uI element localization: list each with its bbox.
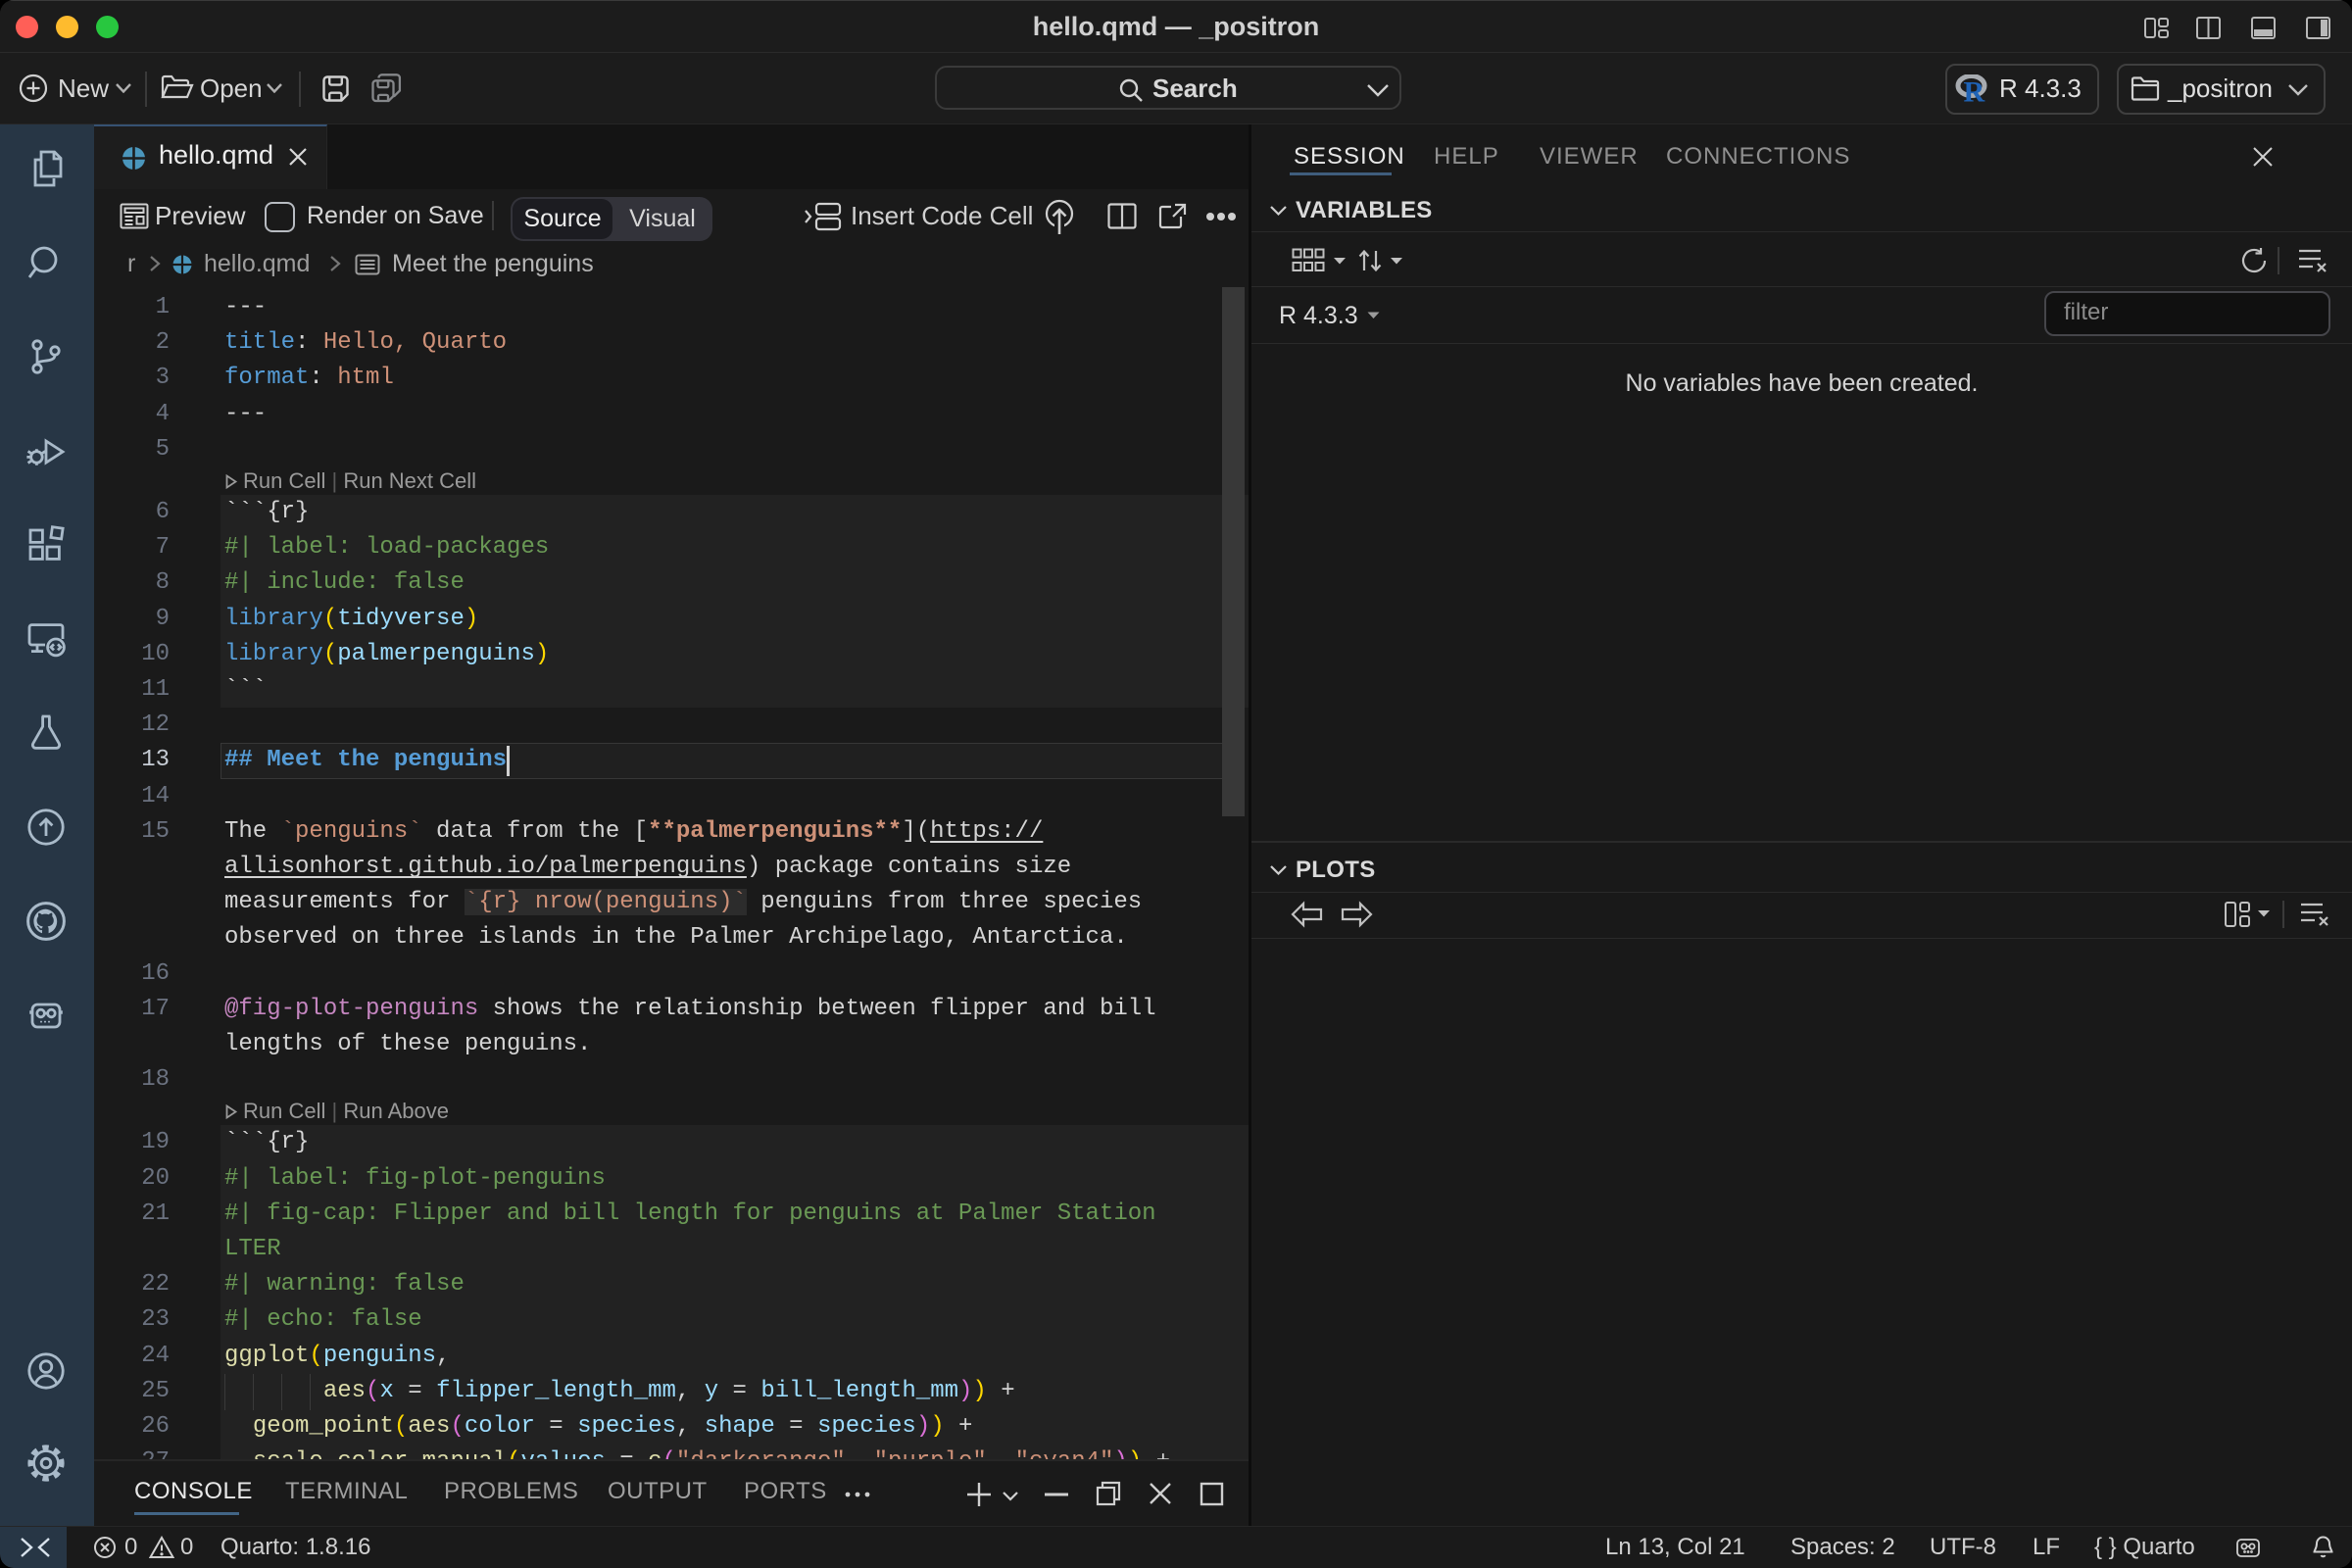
svg-text:R: R bbox=[1964, 76, 1985, 104]
